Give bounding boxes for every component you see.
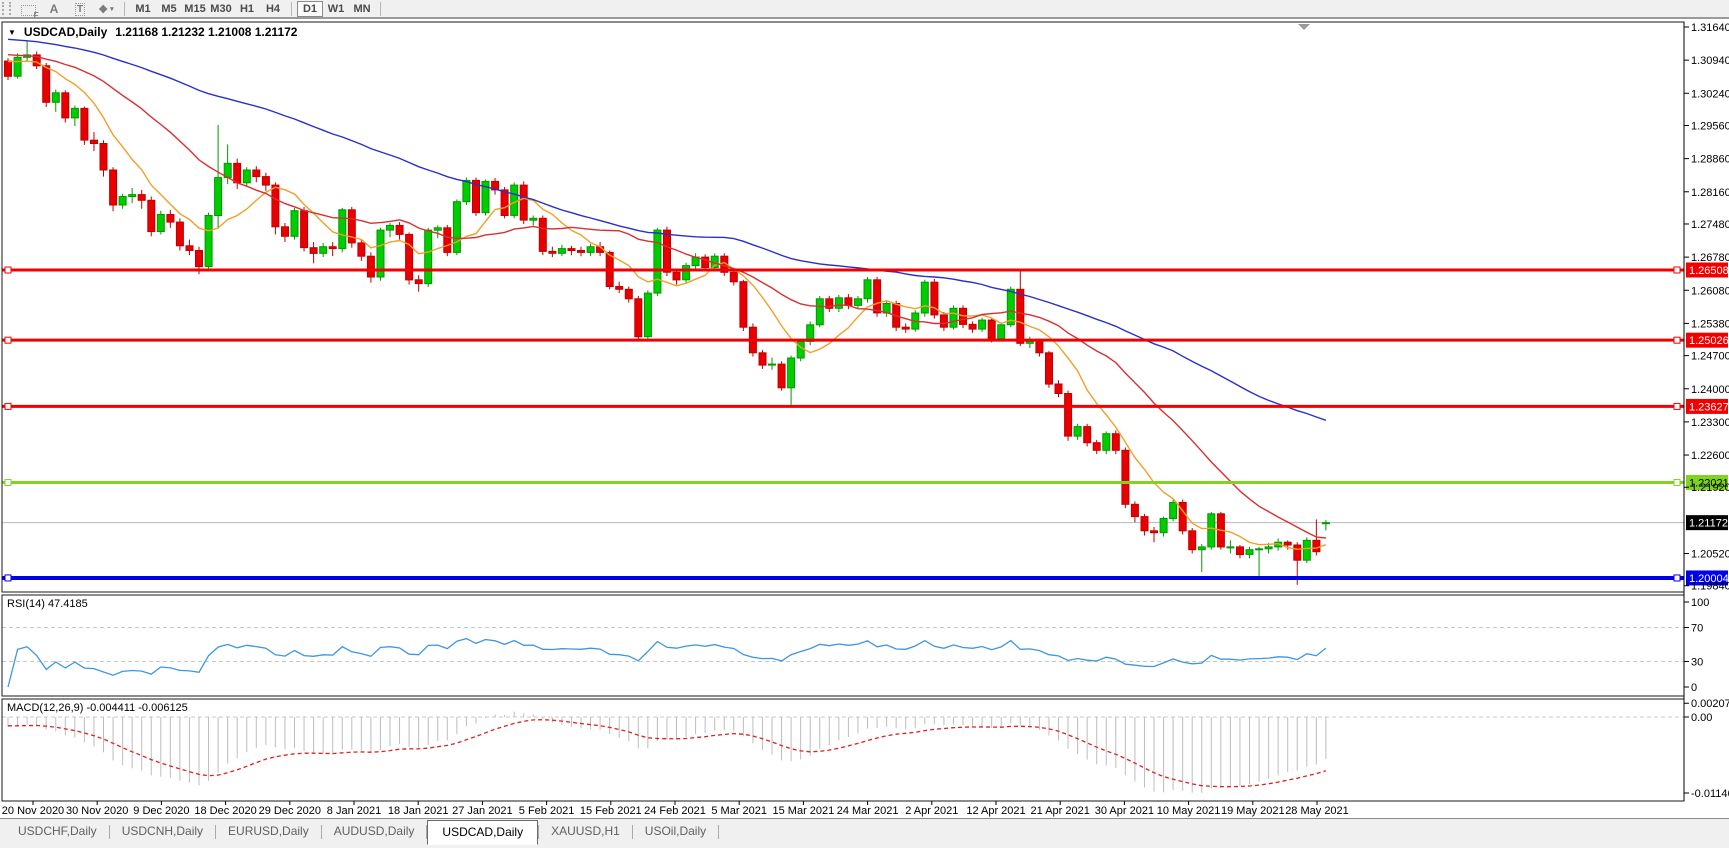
line-handle-right[interactable] [1673,266,1681,274]
price-tick-label: 1.24700 [1691,351,1729,363]
tab-usoil-daily[interactable]: USOil,Daily [633,821,718,842]
price-tick-label: 1.22600 [1691,450,1729,462]
date-label: 8 Jan 2021 [327,805,381,817]
price-tick-label: 1.27480 [1691,219,1729,231]
chart-header: ▼ USDCAD,Daily 1.21168 1.21232 1.21008 1… [8,25,297,39]
line-handle-right[interactable] [1673,574,1681,582]
collapse-triangle-icon[interactable]: ▼ [8,28,16,37]
price-tick-label: 1.21920 [1691,482,1729,494]
macd-histogram [7,711,1327,793]
chart-shift-triangle-icon[interactable] [1298,24,1310,30]
chart-symbol-label: USDCAD,Daily [23,25,108,39]
date-label: 5 Feb 2021 [519,805,575,817]
line-handle-right[interactable] [1673,402,1681,410]
date-label: 18 Jan 2021 [388,805,449,817]
mt4-window: F A T ❖ ▾ M1 M5 M15 M30 H1 H4 D1 W1 MN 1.26508 1.… [0,0,1729,848]
rsi-line [7,637,1327,688]
date-label: 30 Apr 2021 [1095,805,1154,817]
macd-label: MACD(12,26,9) -0.004411 -0.006125 [7,702,188,714]
candlestick-series [4,40,1330,585]
price-flag-text: 1.25026 [1689,335,1729,347]
line-handle-left[interactable] [4,266,12,274]
chart-tab-bar: USDCHF,Daily USDCNH,Daily EURUSD,Daily AUDU… [0,818,1729,848]
date-label: 12 Apr 2021 [966,805,1025,817]
price-tick-label: 1.26780 [1691,252,1729,264]
tab-usdcad-daily[interactable]: USDCAD,Daily [427,820,539,845]
date-label: 24 Mar 2021 [837,805,899,817]
date-label: 29 Dec 2020 [259,805,321,817]
chart-ohlc-values: 1.21168 1.21232 1.21008 1.21172 [115,25,298,39]
tab-usdchf-daily[interactable]: USDCHF,Daily [6,821,109,842]
tab-audusd-daily[interactable]: AUDUSD,Daily [322,821,427,842]
date-label: 5 Mar 2021 [711,805,767,817]
line-handle-left[interactable] [4,574,12,582]
rsi-panel-border [1,594,1685,697]
line-handle-right[interactable] [1673,336,1681,344]
price-tick-label: 1.25380 [1691,318,1729,330]
current-price-text: 1.21172 [1689,518,1728,530]
price-flag-text: 1.23627 [1689,401,1729,413]
date-label: 2 Apr 2021 [905,805,958,817]
macd-tick-label: 0.00 [1691,712,1712,724]
chart-canvas[interactable]: 1.265081.250261.236271.220211.200041.211… [0,0,1729,848]
price-tick-label: 1.28160 [1691,187,1729,199]
tab-eurusd-daily[interactable]: EURUSD,Daily [216,821,321,842]
date-label: 15 Mar 2021 [773,805,835,817]
macd-tick-label: 0.002074 [1691,698,1729,710]
price-tick-label: 1.19840 [1691,581,1729,593]
rsi-label: RSI(14) 47.4185 [7,598,88,610]
date-label: 30 Nov 2020 [66,805,128,817]
price-tick-label: 1.30940 [1691,55,1729,67]
line-handle-left[interactable] [4,402,12,410]
date-label: 18 Dec 2020 [194,805,256,817]
date-label: 19 May 2021 [1221,805,1285,817]
rsi-tick-label: 100 [1691,597,1709,609]
date-label: 10 May 2021 [1157,805,1221,817]
rsi-tick-label: 30 [1691,657,1703,669]
price-tick-label: 1.24000 [1691,384,1729,396]
price-tick-label: 1.28860 [1691,154,1729,166]
rsi-tick-label: 0 [1691,682,1697,694]
main-chart-border [1,21,1685,593]
date-label: 20 Nov 2020 [2,805,64,817]
date-label: 21 Apr 2021 [1031,805,1090,817]
line-handle-right[interactable] [1673,478,1681,486]
rsi-tick-label: 70 [1691,623,1703,635]
date-label: 15 Feb 2021 [580,805,642,817]
price-tick-label: 1.29560 [1691,120,1729,132]
price-tick-label: 1.26080 [1691,285,1729,297]
line-handle-left[interactable] [4,336,12,344]
price-flag-text: 1.26508 [1689,265,1729,277]
price-tick-label: 1.30240 [1691,88,1729,100]
tab-separator [718,825,720,839]
date-label: 28 May 2021 [1285,805,1349,817]
macd-tick-label: -0.011462 [1691,788,1729,800]
date-label: 27 Jan 2021 [452,805,513,817]
price-tick-label: 1.23300 [1691,417,1729,429]
macd-panel-border [1,698,1685,802]
date-label: 9 Dec 2020 [133,805,189,817]
tab-xauusd-h1[interactable]: XAUUSD,H1 [539,821,632,842]
tab-usdcnh-daily[interactable]: USDCNH,Daily [110,821,215,842]
price-tick-label: 1.31640 [1691,22,1729,34]
date-label: 24 Feb 2021 [644,805,706,817]
line-handle-left[interactable] [4,478,12,486]
price-tick-label: 1.20520 [1691,549,1729,561]
